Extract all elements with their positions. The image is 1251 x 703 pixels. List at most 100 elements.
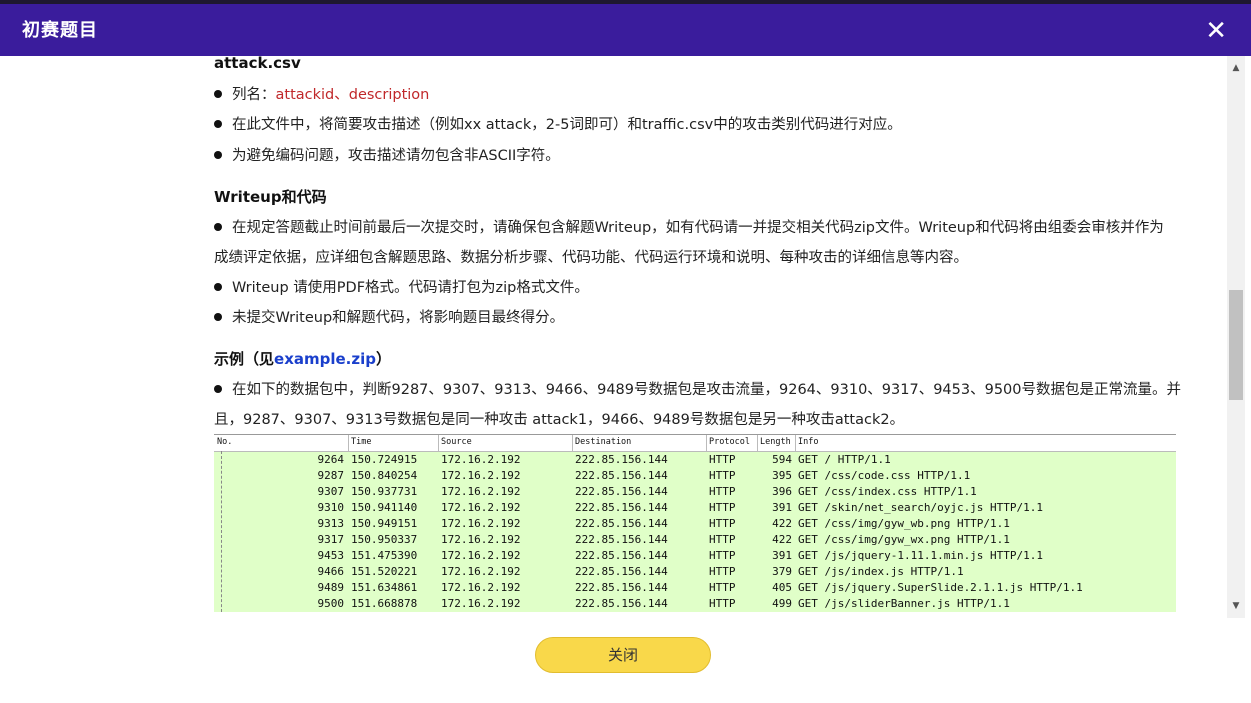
table-row[interactable]: 9453 151.475390 172.16.2.192 222.85.156.144… <box>214 548 1176 564</box>
scrollbar-thumb[interactable] <box>1229 290 1243 400</box>
cell-no: 9307 <box>317 485 345 498</box>
column-description: description <box>348 87 430 103</box>
cell-time: 150.950337 <box>351 533 418 546</box>
cell-protocol: HTTP <box>709 469 736 482</box>
cell-time: 151.520221 <box>351 565 418 578</box>
window-right-edge <box>1245 56 1251 703</box>
vertical-scrollbar[interactable]: ▲ ▼ <box>1227 56 1245 618</box>
example-zip-link[interactable]: example.zip <box>274 350 376 368</box>
bullet-icon <box>214 283 222 291</box>
table-row[interactable]: 9317 150.950337 172.16.2.192 222.85.156.144… <box>214 532 1176 548</box>
packet-capture-table: No. Time Source Destination Protocol Len… <box>214 434 1176 612</box>
cell-protocol: HTTP <box>709 565 736 578</box>
packet-table-header: No. Time Source Destination Protocol Len… <box>214 434 1176 452</box>
table-row[interactable]: 9307 150.937731 172.16.2.192 222.85.156.144… <box>214 484 1176 500</box>
col-header-length: Length <box>760 437 791 447</box>
scroll-down-icon[interactable]: ▼ <box>1227 598 1245 614</box>
cell-info: GET /js/sliderBanner.js HTTP/1.1 <box>798 597 1010 610</box>
cell-destination: 222.85.156.144 <box>575 581 668 594</box>
cell-length: 395 <box>772 469 792 482</box>
cell-source: 172.16.2.192 <box>441 469 521 482</box>
table-row[interactable]: 9310 150.941140 172.16.2.192 222.85.156.144… <box>214 500 1176 516</box>
cell-destination: 222.85.156.144 <box>575 453 668 466</box>
cell-protocol: HTTP <box>709 485 736 498</box>
cell-length: 499 <box>772 597 792 610</box>
list-item-text: 为避免编码问题，攻击描述请勿包含非ASCII字符。 <box>232 148 560 164</box>
cell-info: GET /css/index.css HTTP/1.1 <box>798 485 977 498</box>
cell-source: 172.16.2.192 <box>441 501 521 514</box>
cell-info: GET /css/code.css HTTP/1.1 <box>798 469 971 482</box>
cell-destination: 222.85.156.144 <box>575 549 668 562</box>
cell-destination: 222.85.156.144 <box>575 501 668 514</box>
cell-protocol: HTTP <box>709 549 736 562</box>
example-heading-suffix: ） <box>375 350 391 368</box>
cell-no: 9310 <box>317 501 345 514</box>
cell-protocol: HTTP <box>709 517 736 530</box>
list-item: Writeup 请使用PDF格式。代码请打包为zip格式文件。 <box>214 276 589 297</box>
cell-destination: 222.85.156.144 <box>575 533 668 546</box>
cell-no: 9466 <box>317 565 345 578</box>
bullet-icon <box>214 120 222 128</box>
cell-no: 9264 <box>317 453 345 466</box>
col-header-no: No. <box>217 437 233 447</box>
cell-protocol: HTTP <box>709 453 736 466</box>
cell-source: 172.16.2.192 <box>441 549 521 562</box>
table-row[interactable]: 9489 151.634861 172.16.2.192 222.85.156.144… <box>214 580 1176 596</box>
list-item: 在规定答题截止时间前最后一次提交时，请确保包含解题Writeup，如有代码请一并… <box>214 216 1164 237</box>
col-header-time: Time <box>351 437 372 447</box>
table-row[interactable]: 9500 151.668878 172.16.2.192 222.85.156.144… <box>214 596 1176 612</box>
cell-no: 9287 <box>317 469 345 482</box>
scroll-up-icon[interactable]: ▲ <box>1227 60 1245 76</box>
table-row[interactable]: 9264 150.724915 172.16.2.192 222.85.156.144… <box>214 452 1176 468</box>
cell-protocol: HTTP <box>709 581 736 594</box>
cell-destination: 222.85.156.144 <box>575 565 668 578</box>
cell-no: 9313 <box>317 517 345 530</box>
table-row[interactable]: 9466 151.520221 172.16.2.192 222.85.156.144… <box>214 564 1176 580</box>
cell-info: GET /css/img/gyw_wb.png HTTP/1.1 <box>798 517 1010 530</box>
bullet-icon <box>214 151 222 159</box>
cell-source: 172.16.2.192 <box>441 597 521 610</box>
table-row[interactable]: 9287 150.840254 172.16.2.192 222.85.156.144… <box>214 468 1176 484</box>
cell-destination: 222.85.156.144 <box>575 597 668 610</box>
cell-protocol: HTTP <box>709 501 736 514</box>
bullet-icon <box>214 385 222 393</box>
cell-length: 391 <box>772 549 792 562</box>
list-item: 为避免编码问题，攻击描述请勿包含非ASCII字符。 <box>214 144 560 165</box>
packet-rows: 9264 150.724915 172.16.2.192 222.85.156.144… <box>214 452 1176 612</box>
cell-source: 172.16.2.192 <box>441 565 521 578</box>
list-item: 在此文件中，将简要攻击描述（例如xx attack，2-5词即可）和traffi… <box>214 113 902 134</box>
cell-time: 150.937731 <box>351 485 418 498</box>
modal-title: 初赛题目 <box>22 20 98 41</box>
list-item-text: 未提交Writeup和解题代码，将影响题目最终得分。 <box>232 310 565 326</box>
cell-time: 151.668878 <box>351 597 418 610</box>
cell-protocol: HTTP <box>709 597 736 610</box>
cell-time: 151.634861 <box>351 581 418 594</box>
list-item-text: 在如下的数据包中，判断9287、9307、9313、9466、9489号数据包是… <box>232 382 1182 398</box>
cell-source: 172.16.2.192 <box>441 485 521 498</box>
cell-no: 9317 <box>317 533 345 546</box>
close-icon[interactable]: ✕ <box>1205 4 1227 58</box>
cell-time: 150.840254 <box>351 469 418 482</box>
cell-info: GET /js/jquery-1.11.1.min.js HTTP/1.1 <box>798 549 1044 562</box>
cell-source: 172.16.2.192 <box>441 581 521 594</box>
table-row[interactable]: 9313 150.949151 172.16.2.192 222.85.156.144… <box>214 516 1176 532</box>
modal-header: 初赛题目 ✕ <box>0 4 1251 56</box>
cell-length: 422 <box>772 533 792 546</box>
cell-length: 391 <box>772 501 792 514</box>
cell-destination: 222.85.156.144 <box>575 517 668 530</box>
example-heading: 示例（见example.zip） <box>214 348 391 369</box>
columns-label: 列名： <box>232 87 276 103</box>
cell-source: 172.16.2.192 <box>441 517 521 530</box>
col-header-source: Source <box>441 437 472 447</box>
cell-length: 422 <box>772 517 792 530</box>
cell-no: 9500 <box>317 597 345 610</box>
cell-info: GET /js/jquery.SuperSlide.2.1.1.js HTTP/… <box>798 581 1083 594</box>
modal-content: attack.csv 列名：attackid、description 在此文件中… <box>0 56 1226 618</box>
column-separator: 、 <box>334 87 349 103</box>
cell-length: 379 <box>772 565 792 578</box>
cell-time: 150.949151 <box>351 517 418 530</box>
cell-destination: 222.85.156.144 <box>575 485 668 498</box>
list-item-text: 在此文件中，将简要攻击描述（例如xx attack，2-5词即可）和traffi… <box>232 117 902 133</box>
cell-no: 9453 <box>317 549 345 562</box>
close-button[interactable]: 关闭 <box>535 637 711 673</box>
